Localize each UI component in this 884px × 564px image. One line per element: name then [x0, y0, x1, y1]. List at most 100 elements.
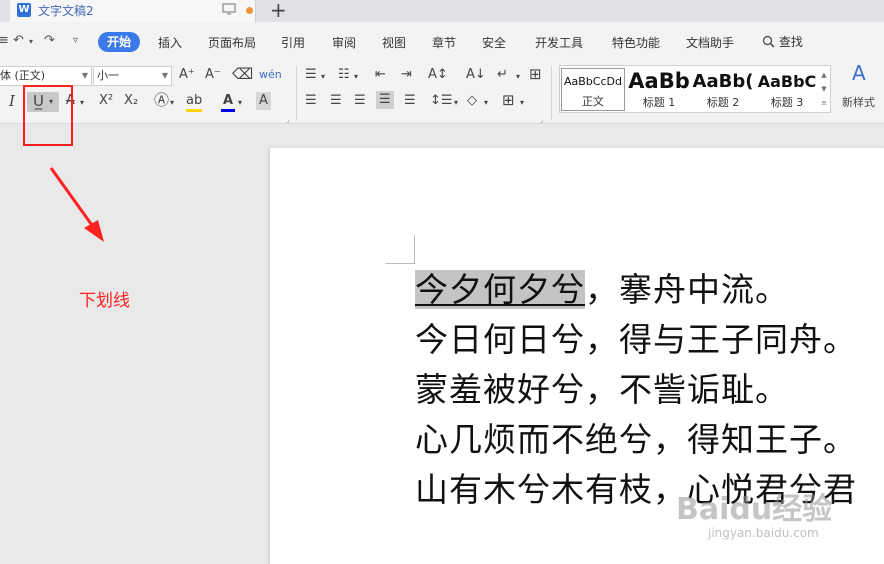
title-bar: W 文字文稿2 + [0, 0, 884, 22]
tab-review[interactable]: 审阅 [332, 34, 356, 51]
tab-special-features[interactable]: 特色功能 [612, 34, 660, 51]
new-style-label[interactable]: 新样式 [842, 94, 875, 112]
decrease-indent-icon[interactable]: ⇤ [375, 66, 386, 84]
selected-text[interactable]: 今夕何夕兮 [415, 270, 585, 309]
paragraph-shading-dropdown-icon[interactable]: ▾ [484, 94, 488, 112]
quick-access-menu-icon[interactable]: ≡ [0, 33, 9, 48]
style-name: 正文 [582, 95, 604, 108]
text-effect-dropdown-icon[interactable]: ▾ [170, 94, 174, 112]
style-name: 标题 2 [706, 96, 740, 109]
tab-security[interactable]: 安全 [482, 34, 506, 51]
customize-toolbar-icon[interactable]: ▿ [73, 35, 78, 46]
chevron-up-icon[interactable]: ▲ [819, 68, 829, 82]
line-text: ，搴舟中流。 [585, 270, 789, 309]
paragraph-shading-icon[interactable]: ◇ [467, 92, 477, 110]
bullet-list-icon[interactable]: ☰ [305, 66, 317, 84]
subscript-button[interactable]: X₂ [124, 92, 138, 110]
new-style-icon[interactable]: A [852, 63, 866, 83]
undo-dropdown-icon[interactable]: ▾ [29, 37, 33, 46]
chevron-down-icon: ▼ [81, 71, 88, 80]
style-normal[interactable]: AaBbCcDd 正文 [561, 68, 625, 111]
align-right-icon[interactable]: ☰ [354, 92, 366, 110]
ribbon-separator [296, 66, 297, 120]
phonetic-guide-icon[interactable]: wén [259, 66, 282, 84]
ribbon-separator [551, 66, 552, 120]
align-left-icon[interactable]: ☰ [305, 92, 317, 110]
style-sample: AaBb [628, 69, 690, 93]
font-name-value: 体 (正文) [0, 69, 46, 82]
text-effect-icon[interactable]: Ⓐ [154, 91, 169, 109]
table-grid-icon[interactable]: ⊞ [529, 65, 542, 83]
style-heading-1[interactable]: AaBb 标题 1 [627, 68, 691, 111]
show-hide-dropdown-icon[interactable]: ▾ [516, 68, 520, 86]
new-tab-button[interactable]: + [270, 0, 287, 22]
font-name-select[interactable]: 体 (正文) ▼ [0, 66, 92, 86]
character-shading-button[interactable]: A [256, 92, 271, 110]
numbered-list-icon[interactable]: ☷ [338, 66, 350, 84]
tab-chapter[interactable]: 章节 [432, 34, 456, 51]
style-name: 标题 1 [642, 96, 676, 109]
highlight-color-button[interactable]: ab [186, 92, 202, 112]
chevron-down-icon[interactable]: ▼ [819, 82, 829, 96]
font-size-select[interactable]: 小一 ▼ [93, 66, 172, 86]
line-text: 蒙羞被好兮，不訾诟耻。 [415, 370, 789, 409]
grow-font-button[interactable]: A⁺ [179, 66, 195, 84]
line-text: 心几烦而不绝兮，得知王子。 [415, 420, 857, 459]
distributed-align-icon[interactable]: ☰ [404, 92, 416, 110]
annotation-label: 下划线 [79, 291, 130, 311]
strikethrough-dropdown-icon[interactable]: ▾ [80, 94, 84, 112]
redo-icon[interactable]: ↷ [44, 33, 55, 48]
document-line[interactable]: 心几烦而不绝兮，得知王子。 [415, 415, 857, 465]
style-sample: AaBbC [757, 72, 817, 91]
shrink-font-button[interactable]: A⁻ [205, 66, 221, 84]
document-line[interactable]: 今夕何夕兮，搴舟中流。 [415, 265, 789, 315]
borders-dropdown-icon[interactable]: ▾ [520, 94, 524, 112]
wps-writer-logo-icon: W [17, 3, 31, 17]
tab-home[interactable]: 开始 [98, 32, 141, 52]
line-spacing-dropdown-icon[interactable]: ▾ [454, 94, 458, 112]
justify-icon[interactable]: ☰ [376, 91, 394, 109]
font-color-swatch [221, 109, 235, 112]
paragraph-dialog-launcher-icon[interactable]: ⌟ [540, 111, 543, 129]
style-heading-2[interactable]: AaBb( 标题 2 [691, 68, 755, 111]
highlight-color-swatch [186, 109, 202, 112]
style-heading-3[interactable]: AaBbC 标题 3 [755, 68, 819, 111]
document-tab[interactable]: W 文字文稿2 [10, 0, 256, 22]
line-text: 今日何日兮，得与王子同舟。 [415, 320, 857, 359]
watermark-url: jingyan.baidu.com [708, 526, 819, 540]
tab-developer[interactable]: 开发工具 [535, 34, 583, 51]
bullet-list-dropdown-icon[interactable]: ▾ [321, 68, 325, 86]
tab-view[interactable]: 视图 [382, 34, 406, 51]
expand-gallery-icon[interactable]: ≡ [819, 96, 829, 110]
font-dialog-launcher-icon[interactable]: ⌟ [286, 111, 289, 129]
eraser-icon[interactable]: ⌫ [232, 65, 253, 83]
monitor-icon[interactable] [222, 3, 236, 15]
document-line[interactable]: 蒙羞被好兮，不訾诟耻。 [415, 365, 789, 415]
search-button[interactable]: 查找 [762, 33, 803, 50]
align-center-icon[interactable]: ☰ [330, 92, 342, 110]
borders-icon[interactable]: ⊞ [502, 91, 515, 109]
line-spacing-icon[interactable]: ↕☰ [430, 92, 453, 110]
crop-mark [414, 235, 415, 264]
tab-doc-assistant[interactable]: 文档助手 [686, 34, 734, 51]
text-direction-icon[interactable]: A↕ [428, 66, 448, 84]
style-sample: AaBbCcDd [564, 75, 622, 88]
menu-bar: ≡ ↶ ▾ ↷ ▿ 开始 插入 页面布局 引用 审阅 视图 章节 安全 开发工具… [0, 22, 884, 62]
styles-scroll[interactable]: ▲ ▼ ≡ [819, 68, 829, 110]
font-color-dropdown-icon[interactable]: ▾ [238, 94, 242, 112]
show-hide-marks-icon[interactable]: ↵ [497, 66, 508, 84]
undo-icon[interactable]: ↶ [13, 33, 24, 48]
tab-page-layout[interactable]: 页面布局 [208, 34, 256, 51]
document-tab-title: 文字文稿2 [38, 4, 94, 18]
tab-references[interactable]: 引用 [281, 34, 305, 51]
superscript-button[interactable]: X² [99, 92, 113, 110]
italic-button[interactable]: I [9, 92, 15, 110]
numbered-list-dropdown-icon[interactable]: ▾ [354, 68, 358, 86]
chevron-down-icon: ▼ [161, 71, 168, 80]
increase-indent-icon[interactable]: ⇥ [401, 66, 412, 84]
sort-icon[interactable]: A↓ [466, 66, 486, 84]
tab-insert[interactable]: 插入 [158, 34, 182, 51]
document-line[interactable]: 今日何日兮，得与王子同舟。 [415, 315, 857, 365]
font-color-button[interactable]: A [221, 92, 235, 112]
search-label: 查找 [778, 35, 803, 49]
